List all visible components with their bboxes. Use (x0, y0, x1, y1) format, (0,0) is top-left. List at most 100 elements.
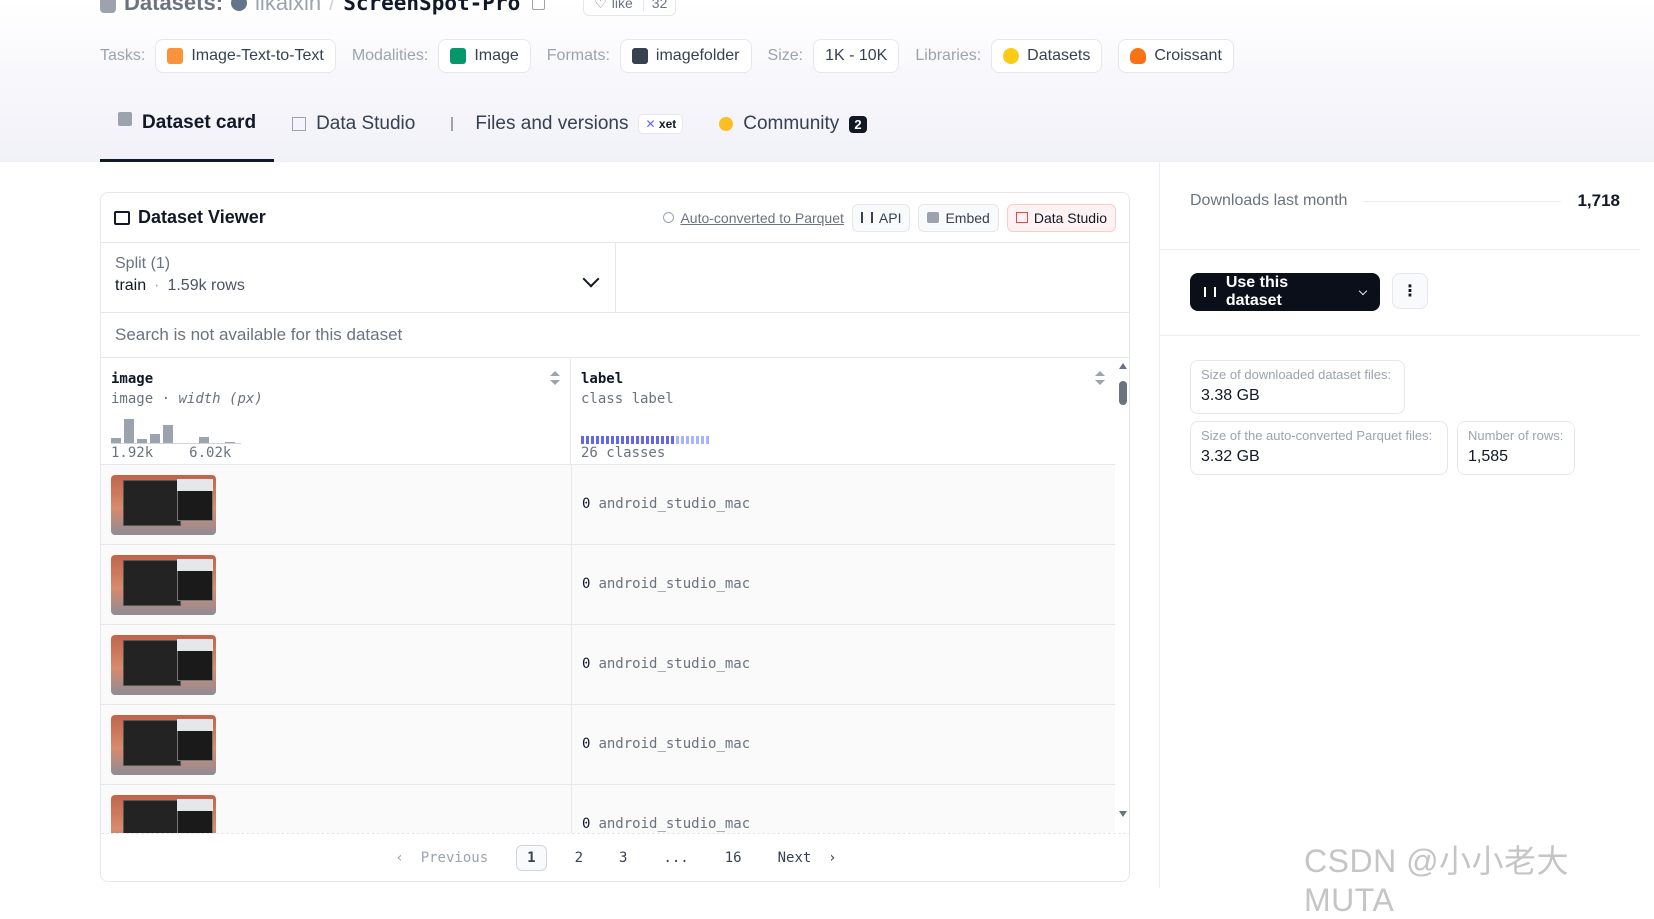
tab-label: Data Studio (316, 113, 416, 134)
tab-files-and-versions[interactable]: Files and versions ✕ xet (433, 104, 701, 144)
class-distribution-bar (581, 436, 709, 444)
tab-data-studio[interactable]: Data Studio (274, 104, 433, 144)
class-segment (656, 436, 659, 444)
datasets-link[interactable]: Datasets: (124, 0, 223, 16)
table-row[interactable]: 0 android_studio_mac (101, 545, 1115, 625)
class-segment (701, 436, 704, 444)
formats-label: Formats: (546, 47, 610, 64)
split-label: Split (1) (115, 255, 171, 272)
image-thumbnail[interactable] (111, 635, 216, 695)
repo-name[interactable]: ScreenSpot-Pro (343, 0, 520, 15)
like-label: like (611, 0, 633, 11)
split-selector[interactable]: Split (1) train · 1.59k rows (101, 243, 616, 312)
data-table: image image · width (px) 1.92k 6.02k labe… (101, 359, 1115, 839)
previous-page-button[interactable]: ‹ Previous (387, 846, 496, 870)
tab-community[interactable]: Community 2 (701, 104, 884, 144)
page-button-3[interactable]: 3 (611, 846, 635, 870)
class-segment (601, 436, 604, 444)
class-segment (691, 436, 694, 444)
scroll-up-icon[interactable] (1119, 363, 1127, 369)
data-studio-button[interactable]: Data Studio (1006, 203, 1116, 232)
viewer-title: Dataset Viewer (114, 207, 266, 228)
row-count-stat: Number of rows: 1,585 (1457, 421, 1575, 475)
column-header-image[interactable]: image image · width (px) 1.92k 6.02k (101, 359, 571, 465)
class-segment (686, 436, 689, 444)
watermark: CSDN @小小老大MUTA (1304, 843, 1570, 918)
library-tag-label: Datasets (1027, 47, 1091, 64)
label-cell: 0 android_studio_mac (582, 496, 751, 512)
split-row: Split (1) train · 1.59k rows (101, 243, 1129, 313)
class-segment (596, 436, 599, 444)
next-page-button[interactable]: Next › (770, 846, 845, 870)
scroll-down-icon[interactable] (1119, 811, 1127, 817)
org-link[interactable]: likaixin (255, 0, 321, 16)
library-tag-label: Croissant (1154, 47, 1222, 64)
label-cell: 0 android_studio_mac (582, 656, 751, 672)
page-button-1[interactable]: 1 (516, 844, 547, 871)
org-avatar-icon (231, 0, 248, 11)
class-segment (586, 436, 589, 444)
task-tag-label: Image-Text-to-Text (191, 47, 324, 64)
scrollbar-thumb[interactable] (1119, 381, 1127, 405)
sort-icon[interactable] (1095, 371, 1105, 385)
class-segment (671, 436, 674, 444)
size-label: Size: (767, 47, 804, 64)
tasks-label: Tasks: (100, 47, 146, 64)
class-segment (676, 436, 679, 444)
hugging-face-icon (1003, 48, 1020, 64)
table-row[interactable]: 0 android_studio_mac (101, 625, 1115, 705)
like-count: 32 (642, 0, 676, 11)
class-segment (626, 436, 629, 444)
histogram-bar (150, 434, 160, 443)
class-segment (611, 436, 614, 444)
card-icon (118, 112, 132, 126)
image-thumbnail[interactable] (111, 715, 216, 775)
class-segment (616, 436, 619, 444)
api-button[interactable]: API (851, 203, 911, 232)
hist-min-label: 1.92k (111, 445, 154, 461)
size-tag[interactable]: 1K - 10K (813, 39, 900, 73)
auto-converted-link[interactable]: Auto-converted to Parquet (663, 210, 844, 226)
column-name: image (111, 371, 154, 387)
copy-icon[interactable] (532, 0, 546, 10)
tab-dataset-card[interactable]: Dataset card (100, 104, 275, 162)
libraries-label: Libraries: (915, 47, 982, 64)
downloaded-size-stat: Size of downloaded dataset files: 3.38 G… (1190, 360, 1405, 414)
files-icon (451, 117, 465, 131)
format-tag-label: imagefolder (655, 47, 740, 64)
hist-max-label: 6.02k (189, 445, 232, 461)
table-row[interactable]: 0 android_studio_mac (101, 785, 1115, 839)
refresh-icon (663, 212, 675, 223)
image-text-to-text-icon (167, 48, 184, 64)
histogram-bar (163, 425, 173, 443)
code-icon (860, 212, 873, 223)
label-cell: 0 android_studio_mac (582, 736, 751, 752)
format-tag[interactable]: imagefolder (619, 39, 752, 73)
page-button-2[interactable]: 2 (567, 846, 591, 870)
table-row[interactable]: 0 android_studio_mac (101, 465, 1115, 545)
page-button-16[interactable]: 16 (717, 846, 750, 870)
column-type: class label (581, 391, 674, 407)
width-histogram (111, 417, 251, 443)
viewer-title-text: Dataset Viewer (138, 207, 266, 227)
sort-icon[interactable] (550, 371, 560, 385)
image-thumbnail[interactable] (111, 475, 216, 535)
library-tag-datasets[interactable]: Datasets (991, 39, 1103, 73)
more-options-button[interactable]: ⋮ (1392, 273, 1428, 309)
task-tag[interactable]: Image-Text-to-Text (155, 39, 336, 73)
like-button[interactable]: ♡ like 32 (583, 0, 677, 16)
right-sidebar: Downloads last month 1,718 Use this data… (1159, 162, 1654, 888)
table-row[interactable]: 0 android_studio_mac (101, 705, 1115, 785)
image-thumbnail[interactable] (111, 555, 216, 615)
library-tag-croissant[interactable]: Croissant (1118, 39, 1234, 73)
embed-button[interactable]: Embed (918, 203, 999, 232)
size-tag-label: 1K - 10K (825, 47, 888, 64)
class-segment (621, 436, 624, 444)
modality-tag[interactable]: Image (438, 39, 531, 73)
class-segment (591, 436, 594, 444)
column-header-label[interactable]: label class label 26 classes (571, 359, 1115, 465)
use-this-dataset-button[interactable]: Use this dataset (1190, 273, 1380, 311)
page-ellipsis: ... (663, 849, 689, 866)
vertical-scrollbar[interactable] (1115, 359, 1129, 819)
class-segment (696, 436, 699, 444)
